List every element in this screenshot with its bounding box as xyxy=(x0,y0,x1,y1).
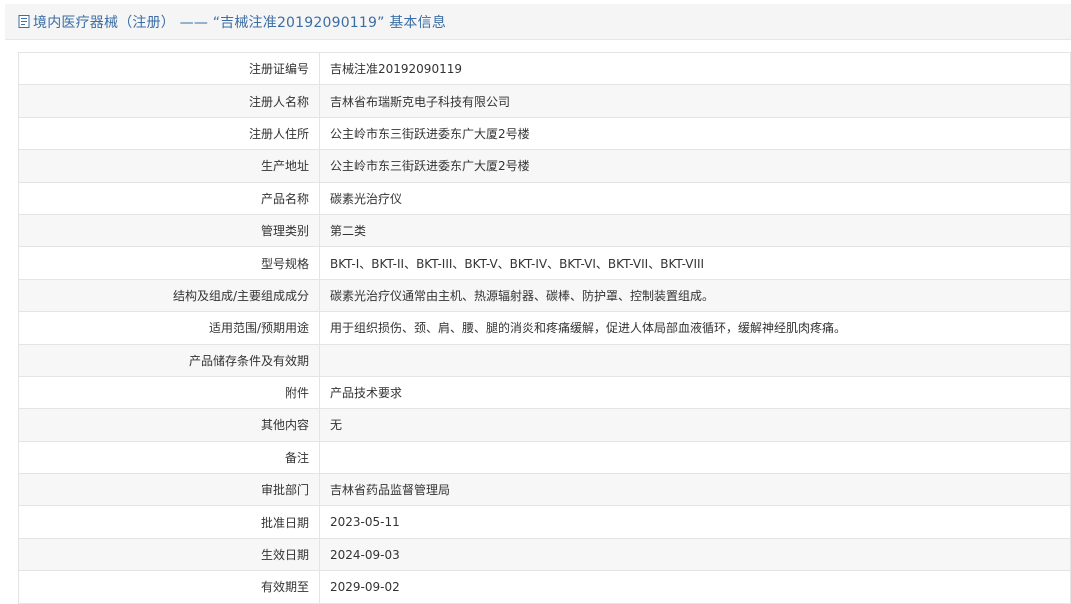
row-value xyxy=(319,343,1071,377)
row-label: 有效期至 xyxy=(18,570,320,604)
row-label: 备注 xyxy=(18,440,320,475)
row-value: 碳素光治疗仪 xyxy=(319,181,1071,215)
row-value: 碳素光治疗仪通常由主机、热源辐射器、碳棒、防护罩、控制装置组成。 xyxy=(319,278,1071,313)
table-row-storage-validity: 产品储存条件及有效期 xyxy=(18,343,1071,377)
detail-table-container: 注册证编号 吉械注准20192090119 注册人名称 吉林省布瑞斯克电子科技有… xyxy=(18,51,1071,604)
table-row-structure-composition: 结构及组成/主要组成成分 碳素光治疗仪通常由主机、热源辐射器、碳棒、防护罩、控制… xyxy=(18,278,1071,313)
row-label: 批准日期 xyxy=(18,505,320,539)
detail-table: 注册证编号 吉械注准20192090119 注册人名称 吉林省布瑞斯克电子科技有… xyxy=(18,51,1071,604)
row-value: 吉林省布瑞斯克电子科技有限公司 xyxy=(319,84,1071,118)
row-label: 生产地址 xyxy=(18,149,320,183)
row-label: 型号规格 xyxy=(18,246,320,280)
row-value: 吉械注准20192090119 xyxy=(319,51,1071,86)
table-row-effective-date: 生效日期 2024-09-03 xyxy=(18,537,1071,572)
row-label: 产品名称 xyxy=(18,181,320,215)
table-row-other-content: 其他内容 无 xyxy=(18,408,1071,442)
row-value: 2029-09-02 xyxy=(319,570,1071,604)
table-row-intended-use: 适用范围/预期用途 用于组织损伤、颈、肩、腰、腿的消炎和疼痛缓解，促进人体局部血… xyxy=(18,311,1071,345)
table-row-valid-until: 有效期至 2029-09-02 xyxy=(18,570,1071,604)
row-label: 生效日期 xyxy=(18,537,320,572)
row-label: 产品储存条件及有效期 xyxy=(18,343,320,377)
table-row-remarks: 备注 xyxy=(18,440,1071,475)
table-row-registration-number: 注册证编号 吉械注准20192090119 xyxy=(18,51,1071,86)
table-row-approval-department: 审批部门 吉林省药品监督管理局 xyxy=(18,473,1071,507)
row-value: 吉林省药品监督管理局 xyxy=(319,473,1071,507)
row-value: 2024-09-03 xyxy=(319,537,1071,572)
row-value: 产品技术要求 xyxy=(319,375,1071,410)
table-row-production-address: 生产地址 公主岭市东三街跃进委东广大厦2号楼 xyxy=(18,149,1071,183)
table-row-registrant-address: 注册人住所 公主岭市东三街跃进委东广大厦2号楼 xyxy=(18,116,1071,151)
row-value: 公主岭市东三街跃进委东广大厦2号楼 xyxy=(319,149,1071,183)
table-row-approval-date: 批准日期 2023-05-11 xyxy=(18,505,1071,539)
row-label: 适用范围/预期用途 xyxy=(18,311,320,345)
row-value: 公主岭市东三街跃进委东广大厦2号楼 xyxy=(319,116,1071,151)
row-value: BKT-I、BKT-II、BKT-III、BKT-V、BKT-IV、BKT-VI… xyxy=(319,246,1071,280)
row-value: 用于组织损伤、颈、肩、腰、腿的消炎和疼痛缓解，促进人体局部血液循环，缓解神经肌肉… xyxy=(319,311,1071,345)
table-row-registrant-name: 注册人名称 吉林省布瑞斯克电子科技有限公司 xyxy=(18,84,1071,118)
page-header: 境内医疗器械（注册） —— “吉械注准20192090119” 基本信息 xyxy=(5,4,1071,40)
row-label: 其他内容 xyxy=(18,408,320,442)
row-value: 无 xyxy=(319,408,1071,442)
table-row-model-spec: 型号规格 BKT-I、BKT-II、BKT-III、BKT-V、BKT-IV、B… xyxy=(18,246,1071,280)
table-row-attachment: 附件 产品技术要求 xyxy=(18,375,1071,410)
row-label: 注册证编号 xyxy=(18,51,320,86)
row-label: 审批部门 xyxy=(18,473,320,507)
table-row-product-name: 产品名称 碳素光治疗仪 xyxy=(18,181,1071,215)
row-value xyxy=(319,440,1071,475)
row-value: 2023-05-11 xyxy=(319,505,1071,539)
document-icon xyxy=(17,15,31,29)
row-label: 结构及组成/主要组成成分 xyxy=(18,278,320,313)
row-label: 注册人名称 xyxy=(18,84,320,118)
row-label: 附件 xyxy=(18,375,320,410)
table-row-management-category: 管理类别 第二类 xyxy=(18,213,1071,248)
row-label: 注册人住所 xyxy=(18,116,320,151)
row-value: 第二类 xyxy=(319,213,1071,248)
page-title: 境内医疗器械（注册） —— “吉械注准20192090119” 基本信息 xyxy=(33,14,447,31)
row-label: 管理类别 xyxy=(18,213,320,248)
